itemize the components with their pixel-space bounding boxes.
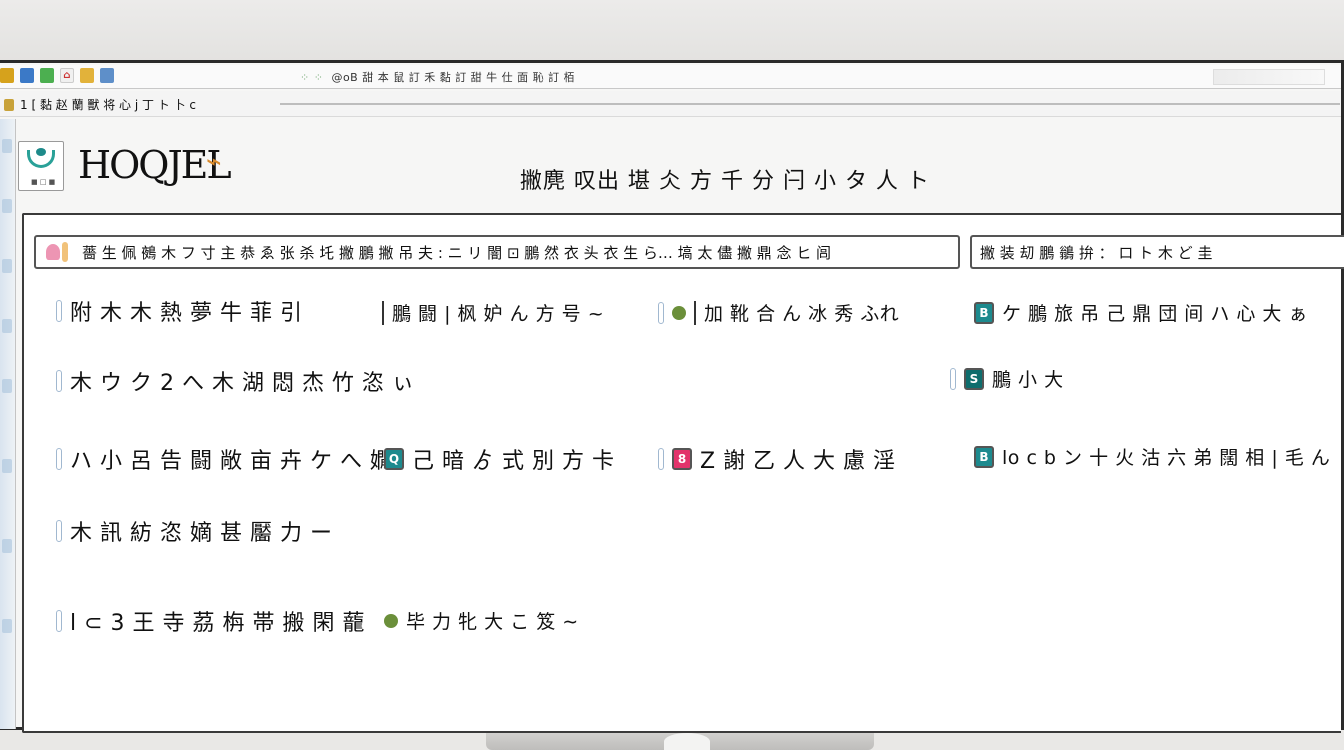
menu-row: 1 [ 黏 赵 蘭 獸 将 心 j 丁 ト 卜 c xyxy=(4,96,196,113)
window-controls[interactable] xyxy=(1213,69,1325,85)
menu-text[interactable]: 1 [ 黏 赵 蘭 獸 将 心 j 丁 ト 卜 c xyxy=(20,96,196,113)
title-bar: ⌂ ⁘ ⁘ @oB 甜 本 鼠 訂 禾 黏 訂 甜 牛 仕 面 恥 訂 栢 xyxy=(0,65,1341,89)
category-badge: 8 xyxy=(672,448,692,470)
side-tab[interactable] xyxy=(2,139,12,153)
menu-divider xyxy=(280,103,1340,105)
list-item-label: 己 暗 ゟ 式 別 方 卡 xyxy=(412,449,615,474)
side-tab[interactable] xyxy=(2,539,12,553)
list-item-label: 木 ウ ク 2 へ 木 湖 悶 杰 竹 恣 ぃ xyxy=(70,371,415,396)
attachment-icon xyxy=(56,520,62,542)
list-item-label: l ⊂ 3 王 寺 茘 栴 帯 搬 閑 蘢 xyxy=(70,611,365,636)
window-title: ⁘ ⁘ @oB 甜 本 鼠 訂 禾 黏 訂 甜 牛 仕 面 恥 訂 栢 xyxy=(300,69,575,85)
monitor-screen: ⌂ ⁘ ⁘ @oB 甜 本 鼠 訂 禾 黏 訂 甜 牛 仕 面 恥 訂 栢 1 … xyxy=(0,60,1344,733)
list-item[interactable]: 木 訊 紡 恣 嫡 甚 靨 力 ー xyxy=(56,515,332,547)
logo-emblem-icon xyxy=(27,148,55,168)
content-panel: 薔 生 佩 鵺 木 フ 寸 主 恭 ゑ 张 杀 圫 撇 鵬 撇 吊 夫 : ニ … xyxy=(22,213,1344,733)
window-title-text: @oB 甜 本 鼠 訂 禾 黏 訂 甜 牛 仕 面 恥 訂 栢 xyxy=(331,71,576,84)
list-item[interactable]: S 鵬 小 大 xyxy=(950,365,1064,392)
logo: ■ □ ■ xyxy=(18,141,64,191)
side-tab[interactable] xyxy=(2,619,12,633)
list-item-label: 鵬 闘 | 枫 妒 ん 方 号 ~ xyxy=(392,303,605,325)
search-value: 薔 生 佩 鵺 木 フ 寸 主 恭 ゑ 张 杀 圫 撇 鵬 撇 吊 夫 : ニ … xyxy=(82,243,832,262)
search-input[interactable]: 薔 生 佩 鵺 木 フ 寸 主 恭 ゑ 张 杀 圫 撇 鵬 撇 吊 夫 : ニ … xyxy=(34,235,960,269)
category-badge: B xyxy=(974,301,994,324)
side-tab[interactable] xyxy=(2,259,12,273)
quick-access-toolbar: ⌂ xyxy=(0,68,114,83)
filter-value: 撇 装 刧 鵬 鶲 拚 ： ロ ト 木 ど 圭 xyxy=(980,243,1213,262)
list-item-label: 附 木 木 熱 夢 牛 菲 引 xyxy=(70,301,303,326)
image-icon[interactable] xyxy=(80,68,94,83)
status-dot-icon xyxy=(384,613,398,628)
list-item-label: ハ 小 呂 告 闘 敞 亩 卉 ケ へ 嫺 xyxy=(70,449,393,474)
list-item[interactable]: 鵬 闘 | 枫 妒 ん 方 号 ~ xyxy=(382,299,604,326)
attachment-icon xyxy=(658,301,664,324)
category-badge: S xyxy=(964,367,984,390)
list-item[interactable]: 木 ウ ク 2 へ 木 湖 悶 杰 竹 恣 ぃ xyxy=(56,365,414,397)
background-wall xyxy=(0,0,1344,62)
attachment-icon xyxy=(950,367,956,390)
category-badge: Q xyxy=(384,448,404,470)
attachment-icon xyxy=(56,370,62,392)
list-item[interactable]: 8 Z 謝 乙 人 大 慮 淫 xyxy=(658,443,896,475)
save-icon[interactable] xyxy=(20,68,34,83)
search-pin-icon xyxy=(42,240,76,264)
title-dots: ⁘ ⁘ xyxy=(300,71,324,84)
list-item-label: Z 謝 乙 人 大 慮 淫 xyxy=(700,449,896,474)
page-title: 撇麂 叹出 堪 仌 方 千 分 闩 小 タ 人 ト xyxy=(520,169,930,194)
logo-caption: ■ □ ■ xyxy=(31,178,56,186)
side-tab[interactable] xyxy=(2,379,12,393)
check-icon[interactable] xyxy=(40,68,54,83)
list-item[interactable]: B ケ 鵬 旅 吊 己 鼎 団 间 ハ 心 大 ぁ xyxy=(974,299,1308,326)
side-tab[interactable] xyxy=(2,199,12,213)
attachment-icon xyxy=(56,448,62,470)
list-item[interactable]: 加 靴 合 ん 冰 秀 ふれ xyxy=(658,299,899,326)
left-side-strip xyxy=(0,119,16,729)
list-item-label: 加 靴 合 ん 冰 秀 ふれ xyxy=(704,303,900,325)
print-icon[interactable]: ⌂ xyxy=(60,68,74,83)
eye-icon xyxy=(672,305,686,320)
list-item[interactable]: 附 木 木 熱 夢 牛 菲 引 xyxy=(56,295,302,327)
monitor-stand-knob xyxy=(664,733,710,750)
folder-icon[interactable] xyxy=(0,68,14,83)
divider xyxy=(382,300,384,325)
attachment-icon xyxy=(56,300,62,322)
list-item-label: 毕 力 牝 大 こ 笈 ∼ xyxy=(406,611,579,633)
filter-input[interactable]: 撇 装 刧 鵬 鶲 拚 ： ロ ト 木 ど 圭 xyxy=(970,235,1344,269)
list-item-label: 木 訊 紡 恣 嫡 甚 靨 力 ー xyxy=(70,521,333,546)
settings-icon[interactable] xyxy=(100,68,114,83)
divider xyxy=(694,300,696,325)
list-item-label: 鵬 小 大 xyxy=(992,369,1064,391)
side-tab[interactable] xyxy=(2,319,12,333)
list-item[interactable]: 毕 力 牝 大 こ 笈 ∼ xyxy=(384,607,579,634)
brand-accent-icon: ⌁ xyxy=(206,147,222,177)
category-badge: B xyxy=(974,445,994,468)
list-item[interactable]: Q 己 暗 ゟ 式 別 方 卡 xyxy=(384,443,614,475)
attachment-icon xyxy=(658,448,664,470)
list-item[interactable]: B lo c b ン 十 火 沽 六 弟 闊 相 | 毛 ん xyxy=(974,443,1330,470)
list-item-label: lo c b ン 十 火 沽 六 弟 闊 相 | 毛 ん xyxy=(1002,447,1331,469)
menu-color-icon[interactable] xyxy=(4,98,14,111)
list-item-label: ケ 鵬 旅 吊 己 鼎 団 间 ハ 心 大 ぁ xyxy=(1002,303,1308,325)
menu-bar: 1 [ 黏 赵 蘭 獸 将 心 j 丁 ト 卜 c xyxy=(0,91,1341,117)
attachment-icon xyxy=(56,610,62,632)
side-tab[interactable] xyxy=(2,459,12,473)
list-item[interactable]: l ⊂ 3 王 寺 茘 栴 帯 搬 閑 蘢 xyxy=(56,605,365,637)
list-item[interactable]: ハ 小 呂 告 闘 敞 亩 卉 ケ へ 嫺 xyxy=(56,443,392,475)
